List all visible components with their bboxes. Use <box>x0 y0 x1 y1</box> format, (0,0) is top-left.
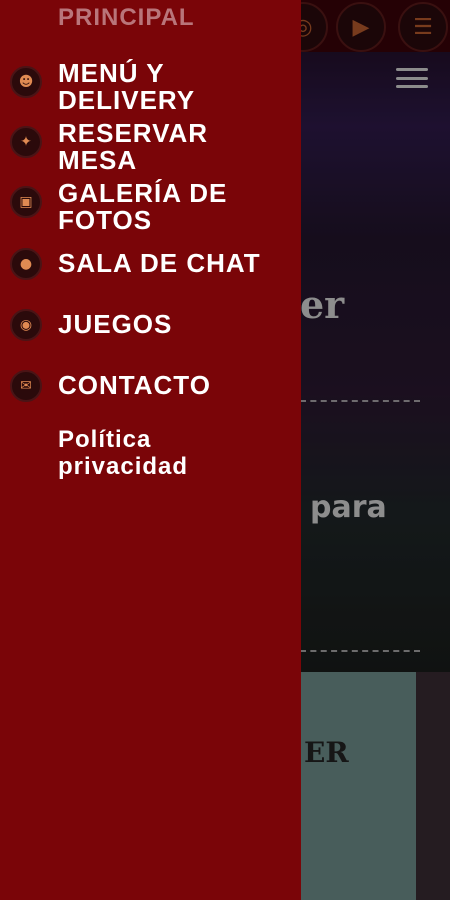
drawer-item-menu-delivery[interactable]: ☻ MENÚ Y DELIVERY <box>0 60 301 114</box>
drawer-item-contacto[interactable]: ✉ CONTACTO <box>0 370 301 402</box>
drawer-item-galeria-fotos[interactable]: ▣ GALERÍA DE FOTOS <box>0 180 301 234</box>
drawer-item-label: JUEGOS <box>58 309 173 339</box>
menu-delivery-icon: ☻ <box>10 66 42 98</box>
drawer-item-sala-chat[interactable]: ● SALA DE CHAT <box>0 248 301 280</box>
envelope-icon: ✉ <box>10 370 42 402</box>
games-icon: ◉ <box>10 309 42 341</box>
drawer-section-title: PRINCIPAL <box>58 4 195 31</box>
user-chat-icon: ● <box>10 248 42 280</box>
drawer-item-label: SALA DE CHAT <box>58 248 261 278</box>
drawer-item-label: CONTACTO <box>58 370 211 400</box>
photo-gallery-icon: ▣ <box>10 186 42 218</box>
navigation-drawer: PRINCIPAL ☻ MENÚ Y DELIVERY ✦ RESERVAR M… <box>0 0 301 900</box>
drawer-item-label: MENÚ Y DELIVERY <box>58 58 196 115</box>
drawer-item-label: RESERVAR MESA <box>58 118 209 175</box>
drawer-item-politica-privacidad[interactable]: Política privacidad <box>0 426 301 480</box>
drawer-item-juegos[interactable]: ◉ JUEGOS <box>0 309 301 341</box>
drawer-item-label: GALERÍA DE FOTOS <box>58 178 228 235</box>
reservation-logo-icon: ✦ <box>10 126 42 158</box>
drawer-item-label: Política privacidad <box>58 426 189 480</box>
drawer-item-reservar-mesa[interactable]: ✦ RESERVAR MESA <box>0 120 301 174</box>
